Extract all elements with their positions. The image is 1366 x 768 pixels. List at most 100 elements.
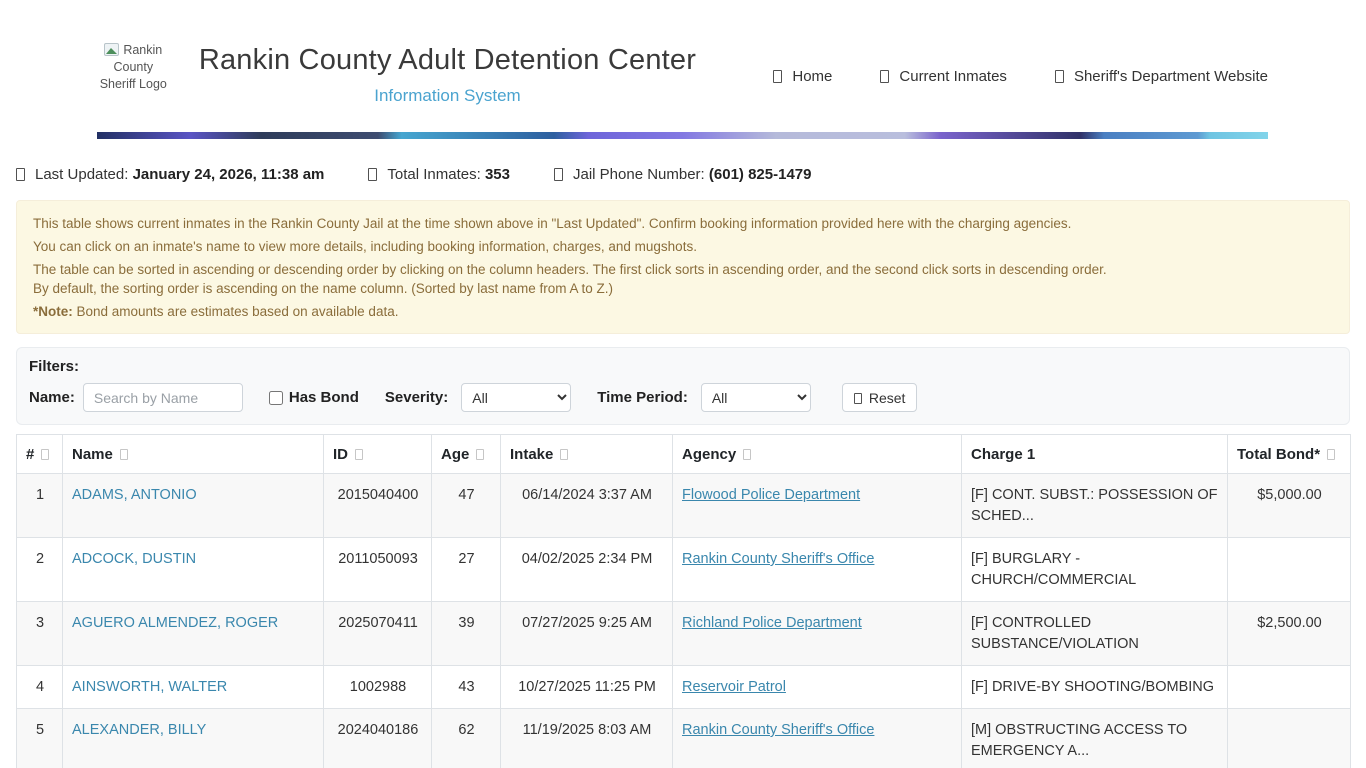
intake-datetime: 04/02/2025 2:34 PM	[501, 538, 673, 602]
inmate-age: 39	[432, 602, 501, 666]
nav-link-current-inmates[interactable]: Current Inmates	[880, 68, 1007, 85]
bond-amount	[1228, 666, 1351, 709]
inmate-name-link[interactable]: AINSWORTH, WALTER	[72, 679, 227, 695]
clock-icon	[16, 168, 25, 181]
intake-datetime: 06/14/2024 3:37 AM	[501, 474, 673, 538]
sort-icon	[560, 449, 568, 460]
col-header-intake[interactable]: Intake	[501, 435, 673, 474]
row-number: 5	[17, 709, 63, 768]
reset-button-label: Reset	[869, 390, 906, 406]
bond-amount: $5,000.00	[1228, 474, 1351, 538]
reset-icon	[854, 393, 862, 404]
page-subtitle: Information System	[170, 86, 726, 106]
agency-cell: Flowood Police Department	[673, 474, 962, 538]
inmate-name-link[interactable]: ADCOCK, DUSTIN	[72, 551, 196, 567]
row-number: 4	[17, 666, 63, 709]
bond-amount: $2,500.00	[1228, 602, 1351, 666]
last-updated: Last Updated: January 24, 2026, 11:38 am	[16, 166, 324, 183]
table-row: 3 AGUERO ALMENDEZ, ROGER 2025070411 39 0…	[17, 602, 1351, 666]
filters-row: Name: Has Bond Severity: All Time Period…	[29, 383, 1337, 412]
last-updated-label: Last Updated:	[35, 166, 128, 183]
row-number: 3	[17, 602, 63, 666]
charge-text: [M] OBSTRUCTING ACCESS TO EMERGENCY A...	[962, 709, 1228, 768]
inmate-id: 2011050093	[324, 538, 432, 602]
notice-note-label: *Note:	[33, 304, 73, 319]
reset-button[interactable]: Reset	[842, 383, 918, 412]
info-notice: This table shows current inmates in the …	[16, 200, 1350, 334]
inmate-id: 2025070411	[324, 602, 432, 666]
agency-link[interactable]: Flowood Police Department	[682, 487, 860, 503]
col-header-agency[interactable]: Agency	[673, 435, 962, 474]
table-row: 1 ADAMS, ANTONIO 2015040400 47 06/14/202…	[17, 474, 1351, 538]
filters-title: Filters:	[29, 358, 1337, 375]
nav-label-sheriff-website: Sheriff's Department Website	[1074, 68, 1268, 85]
severity-select[interactable]: All	[461, 383, 571, 412]
name-cell: ALEXANDER, BILLY	[63, 709, 324, 768]
notice-line-3: The table can be sorted in ascending or …	[33, 260, 1333, 279]
search-input[interactable]	[83, 383, 243, 412]
row-number: 2	[17, 538, 63, 602]
notice-note-text: Bond amounts are estimates based on avai…	[73, 304, 399, 319]
has-bond-checkbox[interactable]	[269, 391, 283, 405]
jail-phone-label: Jail Phone Number:	[573, 166, 705, 183]
charge-text: [F] BURGLARY - CHURCH/COMMERCIAL	[962, 538, 1228, 602]
external-link-icon	[1055, 70, 1064, 83]
inmate-id: 2024040186	[324, 709, 432, 768]
sort-icon	[355, 449, 363, 460]
name-cell: ADAMS, ANTONIO	[63, 474, 324, 538]
nav-link-sheriff-website[interactable]: Sheriff's Department Website	[1055, 68, 1268, 85]
sort-icon	[41, 449, 49, 460]
inmate-name-link[interactable]: ADAMS, ANTONIO	[72, 487, 197, 503]
nav-link-home[interactable]: Home	[773, 68, 832, 85]
sort-icon	[476, 449, 484, 460]
name-filter-label: Name:	[29, 389, 75, 406]
inmate-table-body: 1 ADAMS, ANTONIO 2015040400 47 06/14/202…	[17, 474, 1351, 768]
has-bond-label: Has Bond	[289, 389, 359, 406]
people-icon	[368, 168, 377, 181]
sort-icon	[1327, 449, 1335, 460]
inmate-id: 2015040400	[324, 474, 432, 538]
col-header-age[interactable]: Age	[432, 435, 501, 474]
sort-icon	[743, 449, 751, 460]
inmate-name-link[interactable]: AGUERO ALMENDEZ, ROGER	[72, 615, 278, 631]
notice-line-1: This table shows current inmates in the …	[33, 214, 1333, 233]
notice-note: *Note: Bond amounts are estimates based …	[33, 302, 1333, 321]
col-header-charge[interactable]: Charge 1	[962, 435, 1228, 474]
intake-datetime: 10/27/2025 11:25 PM	[501, 666, 673, 709]
page-title: Rankin County Adult Detention Center	[170, 44, 726, 77]
table-row: 4 AINSWORTH, WALTER 1002988 43 10/27/202…	[17, 666, 1351, 709]
last-updated-value: January 24, 2026, 11:38 am	[133, 166, 325, 183]
agency-cell: Rankin County Sheriff's Office	[673, 538, 962, 602]
home-icon	[773, 70, 782, 83]
col-header-name[interactable]: Name	[63, 435, 324, 474]
sheriff-logo: Rankin County Sheriff Logo	[97, 42, 170, 93]
col-header-total-bond[interactable]: Total Bond*	[1228, 435, 1351, 474]
intake-datetime: 11/19/2025 8:03 AM	[501, 709, 673, 768]
name-cell: AINSWORTH, WALTER	[63, 666, 324, 709]
table-header-row: # Name ID Age Intake Agency Charge 1 Tot…	[17, 435, 1351, 474]
name-cell: AGUERO ALMENDEZ, ROGER	[63, 602, 324, 666]
time-period-select[interactable]: All	[701, 383, 811, 412]
col-header-id[interactable]: ID	[324, 435, 432, 474]
bond-amount	[1228, 709, 1351, 768]
bond-amount	[1228, 538, 1351, 602]
inmates-icon	[880, 70, 889, 83]
agency-link[interactable]: Rankin County Sheriff's Office	[682, 722, 874, 738]
agency-link[interactable]: Reservoir Patrol	[682, 679, 786, 695]
nav-label-current-inmates: Current Inmates	[899, 68, 1007, 85]
total-inmates: Total Inmates: 353	[368, 166, 510, 183]
charge-text: [F] CONTROLLED SUBSTANCE/VIOLATION	[962, 602, 1228, 666]
agency-cell: Richland Police Department	[673, 602, 962, 666]
charge-text: [F] CONT. SUBST.: POSSESSION OF SCHED...	[962, 474, 1228, 538]
filters-panel: Filters: Name: Has Bond Severity: All Ti…	[16, 347, 1350, 425]
agency-link[interactable]: Rankin County Sheriff's Office	[682, 551, 874, 567]
agency-cell: Rankin County Sheriff's Office	[673, 709, 962, 768]
severity-filter-label: Severity:	[385, 389, 448, 406]
jail-phone: Jail Phone Number: (601) 825-1479	[554, 166, 811, 183]
inmate-table-wrap: # Name ID Age Intake Agency Charge 1 Tot…	[16, 434, 1350, 768]
agency-link[interactable]: Richland Police Department	[682, 615, 862, 631]
col-header-number[interactable]: #	[17, 435, 63, 474]
total-inmates-label: Total Inmates:	[387, 166, 480, 183]
site-header: Rankin County Sheriff Logo Rankin County…	[97, 28, 1268, 106]
inmate-name-link[interactable]: ALEXANDER, BILLY	[72, 722, 206, 738]
